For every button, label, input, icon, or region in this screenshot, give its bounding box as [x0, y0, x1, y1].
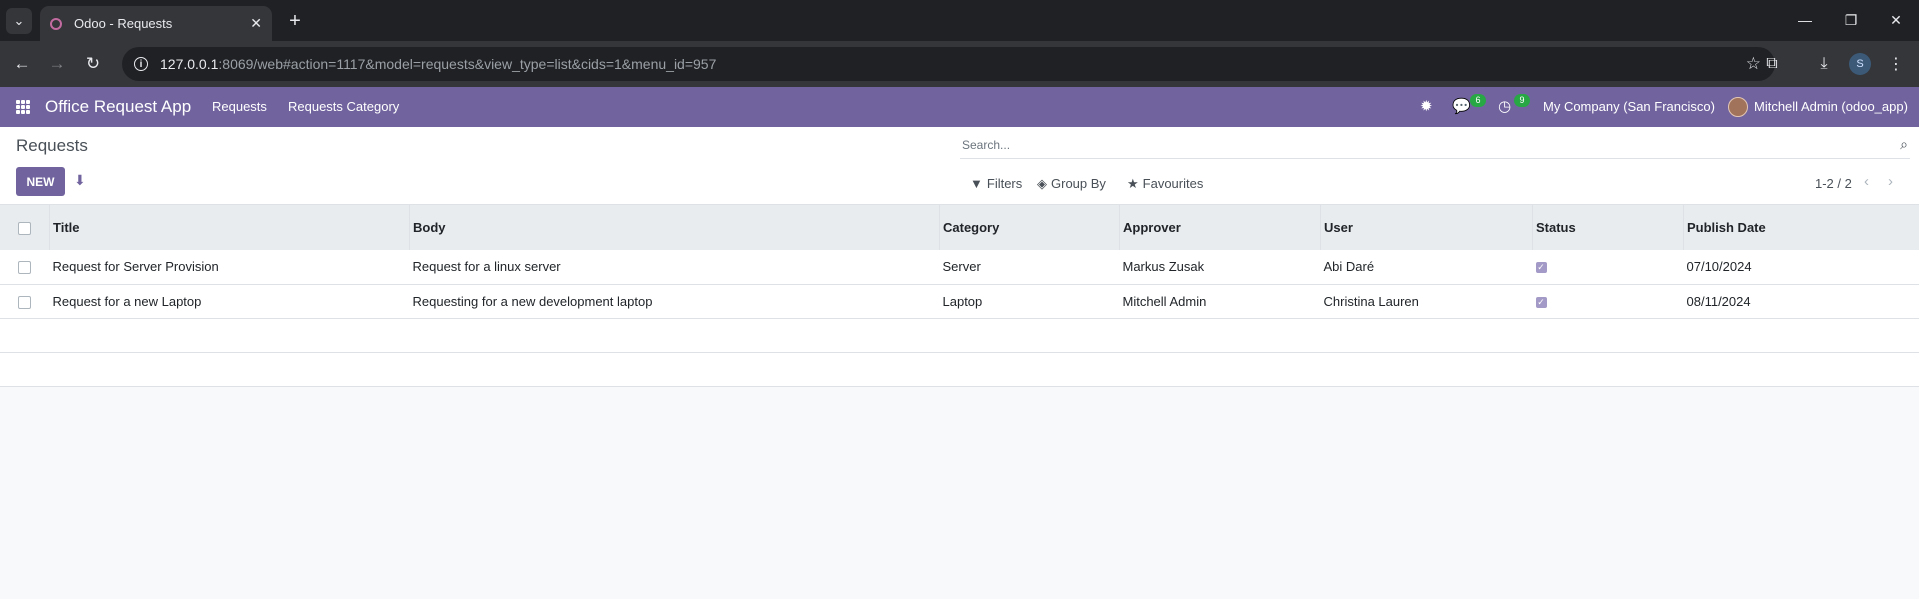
filter-funnel-icon: ▼ [970, 176, 983, 191]
company-switcher[interactable]: My Company (San Francisco) [1543, 99, 1715, 114]
table-row[interactable]: Request for a new Laptop Requesting for … [0, 284, 1919, 318]
cell-user: Abi Daré [1323, 259, 1375, 275]
url-host: 127.0.0.1 [160, 56, 219, 72]
new-button[interactable]: NEW [16, 167, 65, 196]
row-checkbox[interactable] [18, 295, 31, 309]
cell-title: Request for a new Laptop [52, 293, 202, 309]
extensions-icon[interactable]: ⧉ [1760, 52, 1784, 76]
browser-toolbar: ← → ↻ i 127.0.0.1:8069/web#action=1117&m… [0, 41, 1919, 87]
browser-menu-kebab-icon[interactable]: ⋮ [1884, 52, 1908, 76]
tab-close-icon[interactable]: ✕ [250, 15, 262, 32]
empty-row [0, 352, 1919, 386]
user-menu[interactable]: Mitchell Admin (odoo_app) [1754, 99, 1908, 114]
address-bar[interactable]: i 127.0.0.1:8069/web#action=1117&model=r… [122, 47, 1775, 81]
activities-clock-icon[interactable]: ◷ [1498, 97, 1511, 115]
cell-body: Requesting for a new development laptop [412, 293, 653, 309]
menu-requests[interactable]: Requests [212, 99, 267, 114]
reload-icon[interactable]: ↻ [79, 50, 107, 78]
tab-title: Odoo - Requests [74, 16, 173, 31]
status-checked-icon: ✓ [1535, 262, 1547, 274]
apps-grid-icon[interactable] [16, 100, 30, 114]
favourites-button[interactable]: ★ Favourites [1127, 176, 1203, 192]
back-arrow-icon[interactable]: ← [8, 50, 36, 78]
restore-icon[interactable]: ❐ [1836, 8, 1866, 32]
activities-badge: 9 [1514, 94, 1530, 107]
browser-tabstrip: ⌄ Odoo - Requests ✕ + — ❐ ✕ [0, 0, 1919, 41]
cell-category: Laptop [942, 293, 983, 309]
messages-chat-icon[interactable]: 💬 [1452, 97, 1471, 115]
cell-status: ✓ [1533, 284, 1684, 318]
profile-avatar[interactable]: S [1849, 53, 1871, 75]
search-icon[interactable]: ⌕ [1900, 136, 1908, 153]
url-path: :8069/web#action=1117&model=requests&vie… [218, 56, 717, 72]
breadcrumb: Requests [16, 136, 88, 155]
app-name[interactable]: Office Request App [45, 97, 191, 117]
column-publish-date[interactable]: Publish Date [1683, 205, 1919, 250]
layers-icon: ◈ [1037, 176, 1047, 191]
row-checkbox[interactable] [18, 261, 31, 275]
cell-publish-date: 08/11/2024 [1686, 293, 1751, 309]
favourites-star-icon: ★ [1127, 176, 1139, 191]
filters-button[interactable]: ▼ Filters [970, 176, 1022, 191]
column-category[interactable]: Category [939, 205, 1120, 250]
cell-user: Christina Lauren [1323, 293, 1419, 309]
site-info-icon[interactable]: i [134, 57, 148, 71]
column-user[interactable]: User [1320, 205, 1533, 250]
group-by-button[interactable]: ◈ Group By [1037, 176, 1106, 192]
pager-next-icon[interactable]: › [1888, 173, 1893, 190]
cell-body: Request for a linux server [412, 259, 561, 275]
cell-title: Request for Server Provision [52, 259, 219, 275]
forward-arrow-icon[interactable]: → [43, 50, 71, 78]
export-download-icon[interactable]: ⬇ [74, 172, 86, 189]
column-approver[interactable]: Approver [1119, 205, 1321, 250]
odoo-navbar: Office Request App Requests Requests Cat… [0, 87, 1919, 127]
column-status[interactable]: Status [1532, 205, 1684, 250]
messages-badge: 6 [1470, 94, 1486, 107]
tab-search-chevron-icon[interactable]: ⌄ [6, 8, 32, 34]
bookmark-star-icon[interactable]: ☆ [1746, 54, 1761, 74]
cell-approver: Markus Zusak [1122, 259, 1205, 275]
user-avatar[interactable] [1728, 97, 1748, 117]
list-header-row: Title Body Category Approver User Status… [0, 205, 1919, 250]
minimize-icon[interactable]: — [1790, 8, 1820, 32]
debug-bug-icon[interactable]: ✹ [1420, 97, 1433, 115]
column-title[interactable]: Title [49, 205, 410, 250]
column-body[interactable]: Body [409, 205, 940, 250]
cell-publish-date: 07/10/2024 [1686, 259, 1752, 275]
search-bar: ⌕ [960, 134, 1910, 159]
browser-tab-active[interactable]: Odoo - Requests ✕ [40, 6, 272, 41]
odoo-favicon-icon [50, 17, 62, 30]
downloads-icon[interactable]: ⤓ [1812, 52, 1836, 76]
window-close-icon[interactable]: ✕ [1881, 8, 1911, 32]
empty-row [0, 318, 1919, 352]
control-panel: Requests NEW ⬇ ⌕ ▼Filters ◈Group By ★Fav… [0, 127, 1919, 205]
cell-approver: Mitchell Admin [1122, 293, 1207, 309]
select-all-cell [0, 205, 50, 250]
pager-value[interactable]: 1-2 / 2 [1815, 176, 1852, 191]
table-row[interactable]: Request for Server Provision Request for… [0, 250, 1919, 284]
new-tab-plus-icon[interactable]: + [282, 8, 308, 34]
cell-status: ✓ [1533, 250, 1684, 284]
search-input[interactable] [960, 134, 1862, 156]
menu-requests-category[interactable]: Requests Category [288, 99, 399, 114]
status-checked-icon: ✓ [1535, 296, 1547, 308]
pager-previous-icon[interactable]: ‹ [1864, 173, 1869, 190]
cell-category: Server [942, 259, 981, 275]
select-all-checkbox[interactable] [18, 222, 31, 236]
requests-list: Title Body Category Approver User Status… [0, 205, 1919, 387]
